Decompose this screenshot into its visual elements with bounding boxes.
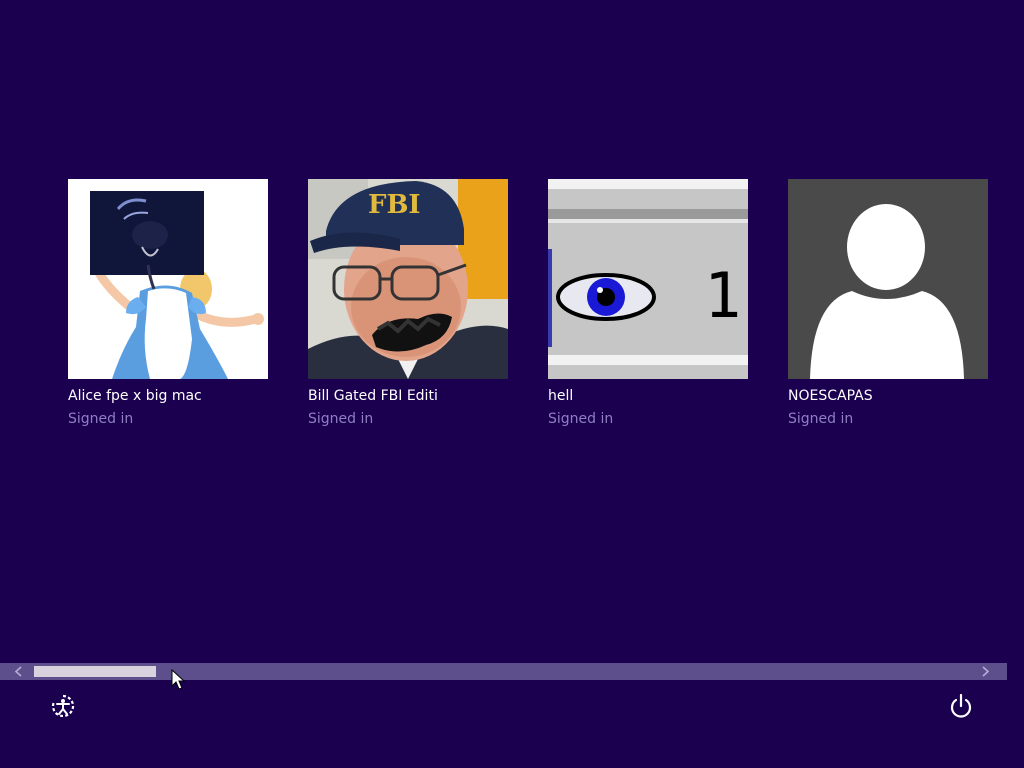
horizontal-scrollbar[interactable]	[0, 663, 1007, 680]
account-tile-alice[interactable]: Alice fpe x big mac Signed in	[68, 179, 268, 427]
account-status: Signed in	[308, 411, 374, 427]
avatar[interactable]: FBI	[308, 179, 508, 379]
avatar-counter-text: 1	[704, 259, 742, 332]
avatar[interactable]: 1	[548, 179, 748, 379]
account-tile-noescapas[interactable]: NOESCAPAS Signed in	[788, 179, 988, 427]
fbi-cap-portrait-image: FBI	[308, 179, 508, 379]
avatar[interactable]	[68, 179, 268, 379]
chevron-left-icon[interactable]	[10, 663, 27, 680]
ease-of-access-icon[interactable]	[49, 692, 77, 720]
chevron-right-icon[interactable]	[977, 663, 994, 680]
account-status: Signed in	[68, 411, 134, 427]
power-icon[interactable]	[947, 692, 975, 720]
alice-avatar-image	[68, 179, 268, 379]
scrollbar-thumb[interactable]	[34, 666, 156, 677]
account-name: hell	[548, 388, 574, 404]
account-status: Signed in	[548, 411, 614, 427]
account-name: Alice fpe x big mac	[68, 388, 202, 404]
account-name: Bill Gated FBI Editi	[308, 388, 438, 404]
account-tile-hell[interactable]: 1 hell Signed in	[548, 179, 748, 427]
account-name: NOESCAPAS	[788, 388, 873, 404]
default-user-icon	[788, 179, 988, 379]
avatar[interactable]	[788, 179, 988, 379]
mouse-pointer-icon	[171, 668, 187, 691]
account-tile-bill[interactable]: FBI Bill Gated FBI Editi Signed in	[308, 179, 508, 427]
account-status: Signed in	[788, 411, 854, 427]
svg-text:FBI: FBI	[368, 190, 421, 220]
lock-screen: Alice fpe x big mac Signed in FBI Bill G…	[0, 0, 1024, 768]
